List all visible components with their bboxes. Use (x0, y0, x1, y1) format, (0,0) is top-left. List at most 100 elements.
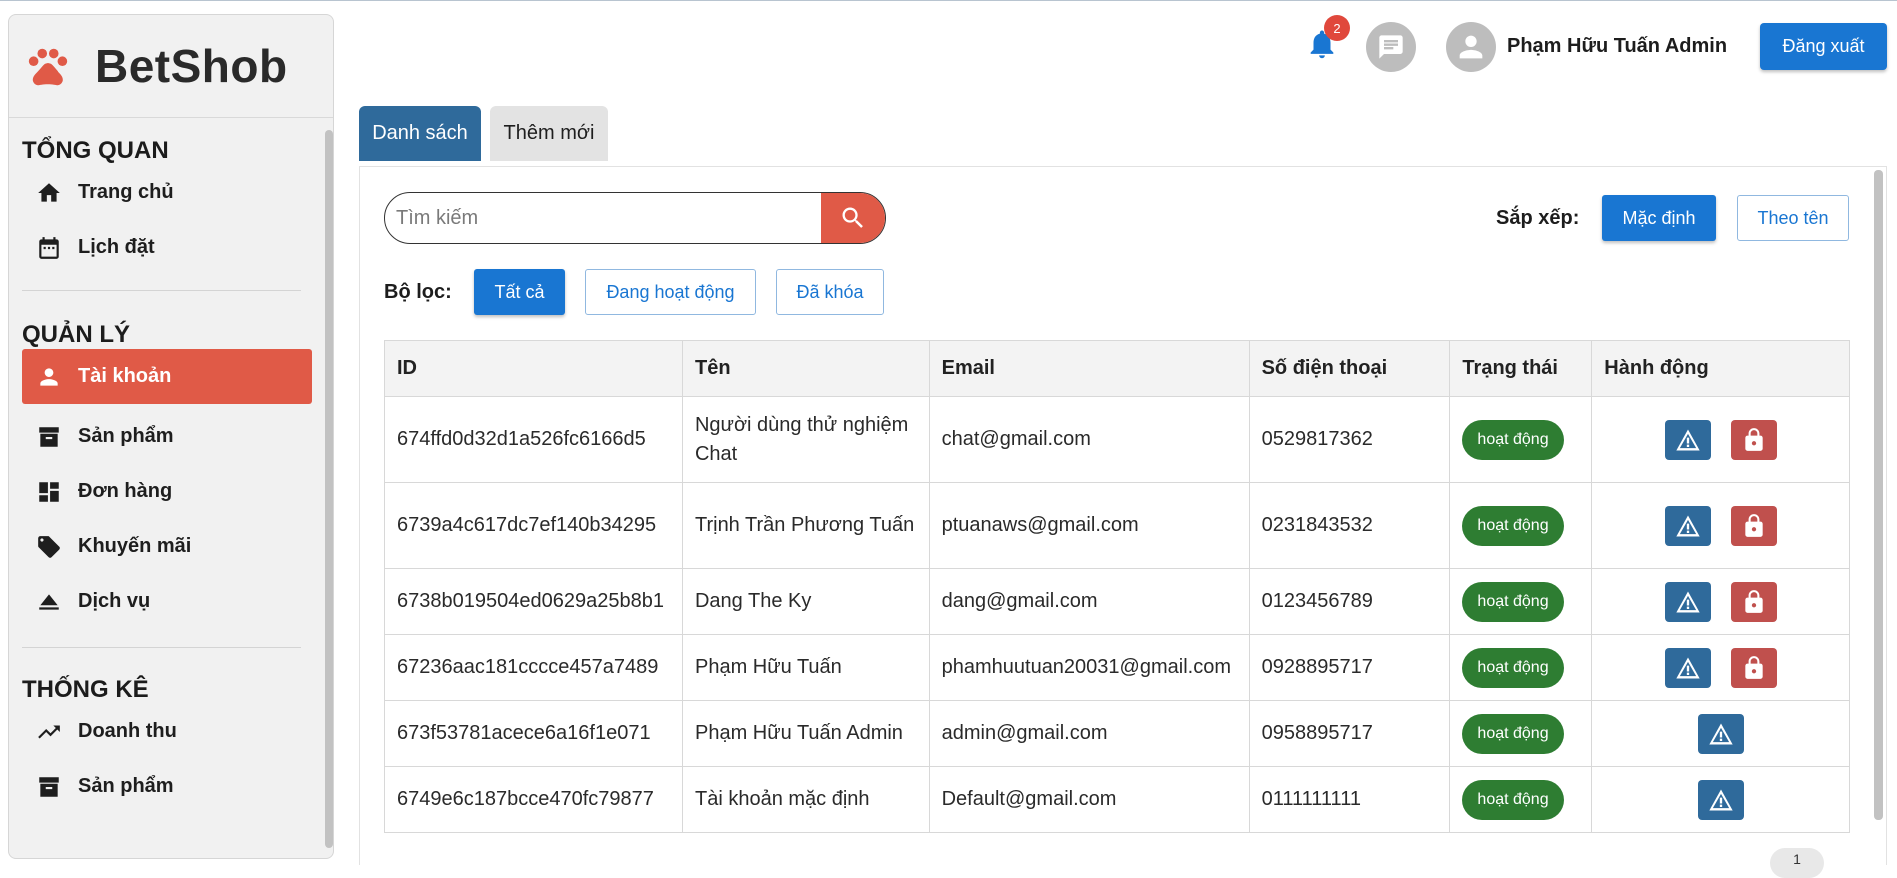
cell-actions (1591, 700, 1850, 767)
sidebar-item-label: Đơn hàng (78, 480, 173, 502)
notification-badge: 2 (1324, 15, 1350, 41)
dashboard-icon (36, 479, 62, 505)
sidebar-item-label: Trang chủ (78, 181, 174, 203)
cell-phone: 0529817362 (1248, 396, 1451, 483)
sidebar-item-orders[interactable]: Đơn hàng (22, 464, 312, 519)
tab-add-new[interactable]: Thêm mới (490, 106, 608, 161)
logout-button[interactable]: Đăng xuất (1760, 23, 1887, 70)
trending-up-icon (36, 719, 62, 745)
column-header-name: Tên (681, 340, 930, 397)
filter-active-button[interactable]: Đang hoạt động (585, 269, 756, 315)
search-button[interactable] (821, 193, 885, 243)
warn-account-button[interactable] (1697, 779, 1744, 820)
table-row: 6749e6c187bcce470fc79877 Tài khoản mặc đị… (384, 766, 1850, 833)
table-header-row: ID Tên Email Số điện thoại Trạng thái Hà… (384, 340, 1850, 397)
sidebar-item-revenue[interactable]: Doanh thu (22, 704, 312, 759)
warn-account-button[interactable] (1664, 505, 1711, 546)
row-actions (1604, 713, 1837, 754)
lock-account-button[interactable] (1730, 581, 1777, 622)
sort-label: Sắp xếp: (1496, 207, 1580, 229)
lock-account-button[interactable] (1730, 647, 1777, 688)
accounts-table: ID Tên Email Số điện thoại Trạng thái Hà… (384, 340, 1850, 833)
cell-email: admin@gmail.com (928, 700, 1250, 767)
table-row: 673f53781acece6a16f1e071 Phạm Hữu Tuấn Ad… (384, 700, 1850, 767)
section-title-management: QUẢN LÝ (22, 321, 130, 348)
cell-actions (1591, 568, 1850, 635)
section-title-overview: TỔNG QUAN (22, 137, 169, 164)
search-input[interactable] (385, 193, 821, 243)
sidebar-item-accounts[interactable]: Tài khoản (22, 349, 312, 404)
cell-id: 673f53781acece6a16f1e071 (384, 700, 683, 767)
warn-account-button[interactable] (1664, 647, 1711, 688)
search-icon (842, 207, 863, 228)
pagination-current-page[interactable]: 1 (1770, 848, 1824, 878)
cell-email: Default@gmail.com (928, 766, 1250, 833)
sidebar-item-label: Tài khoản (78, 365, 172, 387)
chat-icon (1379, 35, 1403, 59)
content-scrollbar[interactable] (1874, 170, 1883, 820)
tab-list[interactable]: Danh sách (359, 106, 481, 161)
brand[interactable]: BetShob (9, 15, 333, 118)
sidebar-item-home[interactable]: Trang chủ (22, 165, 312, 220)
lock-account-button[interactable] (1730, 505, 1777, 546)
cell-email: phamhuutuan20031@gmail.com (928, 634, 1250, 701)
sort-default-button[interactable]: Mặc định (1602, 195, 1716, 241)
row-actions (1604, 581, 1837, 622)
sidebar-item-label: Sản phẩm (78, 425, 174, 447)
column-header-status: Trạng thái (1449, 340, 1593, 397)
row-actions (1604, 779, 1837, 820)
table-row: 67236aac181cccce457a7489 Phạm Hữu Tuấn pha… (384, 634, 1850, 701)
row-actions (1604, 647, 1837, 688)
paw-icon (28, 48, 68, 86)
sidebar-item-booking[interactable]: Lịch đặt (22, 220, 312, 275)
avatar[interactable] (1446, 22, 1496, 72)
lock-icon (1744, 589, 1763, 613)
status-badge: hoạt động (1462, 505, 1564, 546)
sidebar-item-products[interactable]: Sản phẩm (22, 409, 312, 464)
warning-icon (1708, 789, 1733, 810)
filter-all-button[interactable]: Tất cả (474, 269, 565, 315)
status-badge: hoạt động (1462, 713, 1564, 754)
lock-icon (1744, 655, 1763, 679)
archive-icon (36, 774, 62, 800)
warn-account-button[interactable] (1697, 713, 1744, 754)
cell-id: 6739a4c617dc7ef140b34295 (384, 482, 683, 569)
sidebar-item-services[interactable]: Dịch vụ (22, 574, 312, 629)
cell-status: hoạt động (1449, 482, 1593, 569)
column-header-phone: Số điện thoại (1248, 340, 1451, 397)
column-header-actions: Hành động (1591, 340, 1850, 397)
cell-name: Người dùng thử nghiệm Chat (681, 396, 930, 483)
chat-button[interactable] (1366, 22, 1416, 72)
eject-icon (36, 589, 62, 615)
sidebar-item-product-stats[interactable]: Sản phẩm (22, 759, 312, 814)
warn-account-button[interactable] (1664, 581, 1711, 622)
cell-name: Trịnh Trần Phương Tuấn (681, 482, 930, 569)
top-border (0, 0, 1897, 1)
cell-phone: 0958895717 (1248, 700, 1451, 767)
cell-actions (1591, 634, 1850, 701)
cell-id: 674ffd0d32d1a526fc6166d5 (384, 396, 683, 483)
cell-id: 6749e6c187bcce470fc79877 (384, 766, 683, 833)
sidebar-item-promotions[interactable]: Khuyến mãi (22, 519, 312, 574)
filter-locked-button[interactable]: Đã khóa (776, 269, 884, 315)
sidebar-scrollbar[interactable] (325, 130, 333, 848)
status-badge: hoạt động (1462, 647, 1564, 688)
sidebar-item-label: Dịch vụ (78, 590, 151, 612)
status-badge: hoạt động (1462, 581, 1564, 622)
lock-account-button[interactable] (1730, 419, 1777, 460)
status-badge: hoạt động (1462, 419, 1564, 460)
sidebar: BetShob TỔNG QUAN Trang chủ Lịch đặt QUẢ… (8, 14, 334, 859)
sort-by-name-button[interactable]: Theo tên (1737, 195, 1849, 241)
cell-phone: 0231843532 (1248, 482, 1451, 569)
cell-status: hoạt động (1449, 396, 1593, 483)
filter-label: Bộ lọc: (384, 281, 452, 303)
archive-icon (36, 424, 62, 450)
sidebar-item-label: Khuyến mãi (78, 535, 192, 557)
brand-name: BetShob (95, 40, 288, 92)
cell-email: ptuanaws@gmail.com (928, 482, 1250, 569)
calendar-icon (36, 235, 62, 261)
user-name: Phạm Hữu Tuấn Admin (1507, 35, 1728, 57)
cell-id: 6738b019504ed0629a25b8b1 (384, 568, 683, 635)
warn-account-button[interactable] (1664, 419, 1711, 460)
cell-phone: 0111111111 (1248, 766, 1451, 833)
